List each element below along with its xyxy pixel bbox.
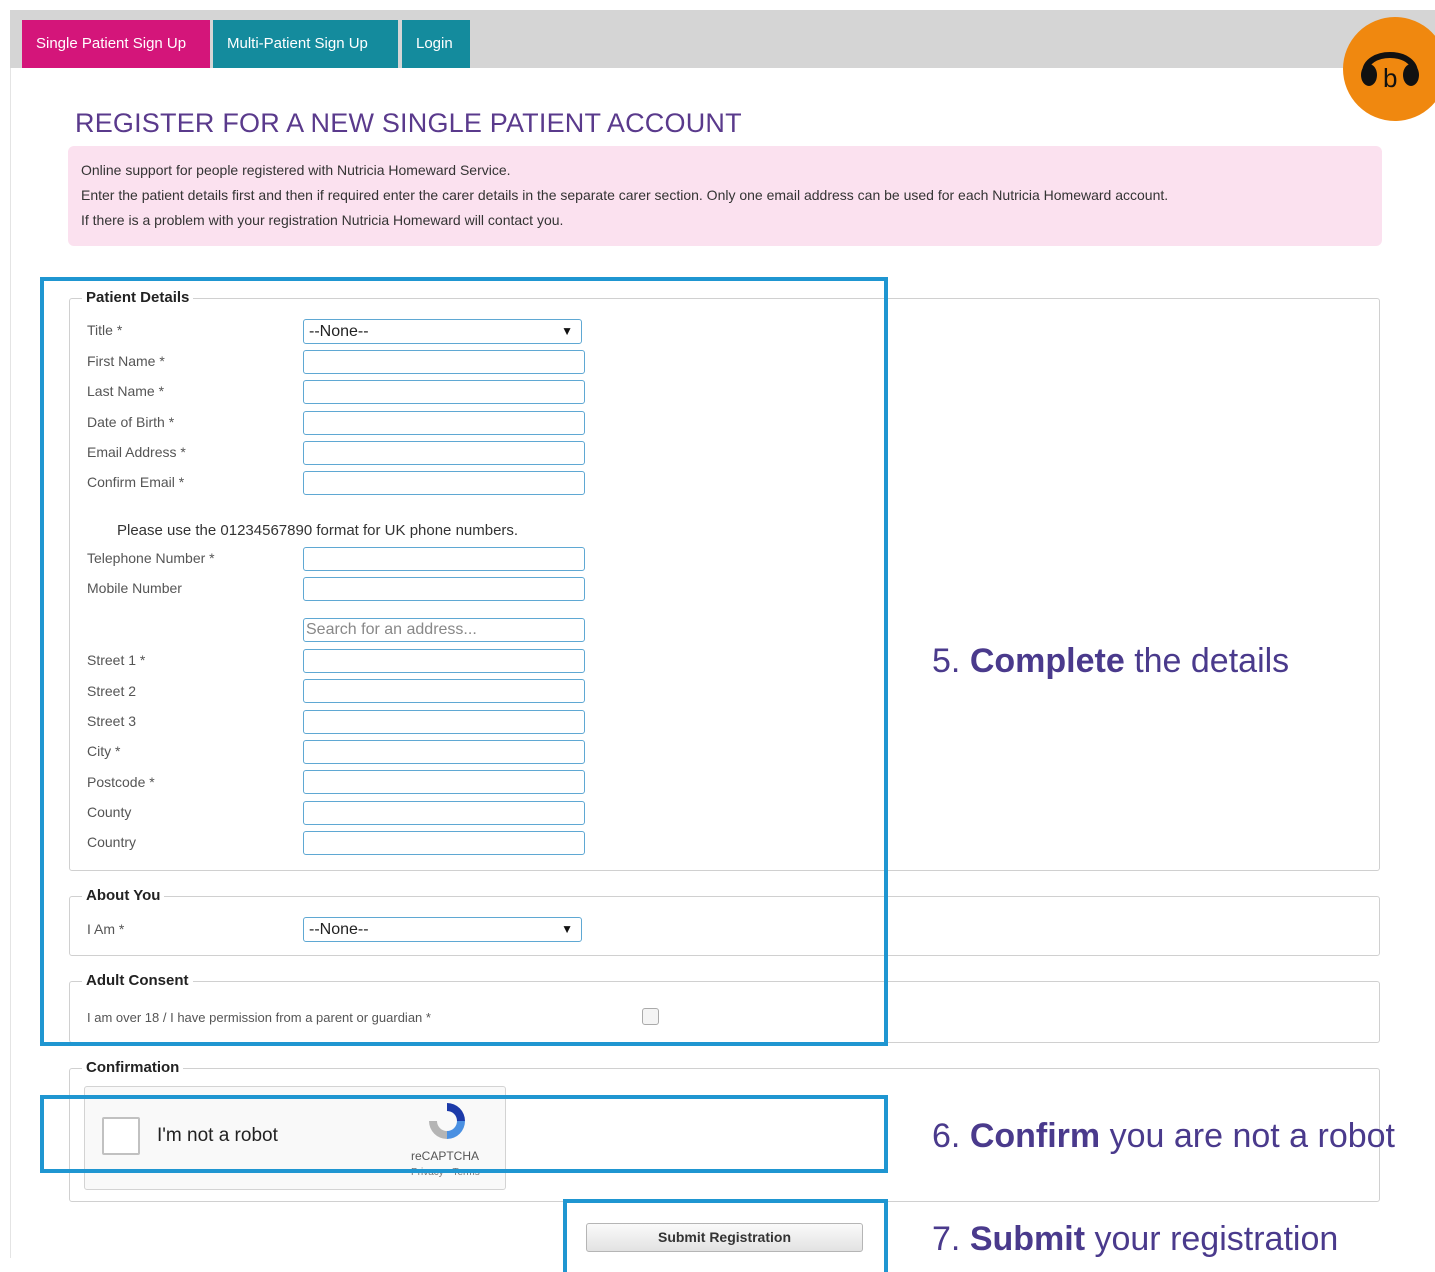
i-am-label: I Am * — [87, 921, 125, 937]
dob-input[interactable] — [303, 411, 585, 435]
street3-label: Street 3 — [87, 713, 137, 729]
page-left-border — [10, 68, 11, 1258]
title-label: Title * — [87, 322, 123, 338]
email-label: Email Address * — [87, 444, 186, 460]
postcode-input[interactable] — [303, 770, 585, 794]
mobile-label: Mobile Number — [87, 580, 182, 596]
country-label: Country — [87, 834, 137, 850]
info-line-1: Online support for people registered wit… — [81, 162, 511, 178]
headphones-b-icon: b — [1361, 52, 1419, 93]
title-select[interactable]: --None-- ▼ — [303, 319, 582, 344]
city-input[interactable] — [303, 740, 585, 764]
last-name-label: Last Name * — [87, 383, 165, 399]
confirm-email-label: Confirm Email * — [87, 474, 185, 490]
county-input[interactable] — [303, 801, 585, 825]
recaptcha-terms[interactable]: Privacy - Terms — [411, 1167, 480, 1178]
submit-registration-button[interactable]: Submit Registration — [586, 1223, 863, 1252]
info-line-3: If there is a problem with your registra… — [81, 212, 564, 228]
street2-input[interactable] — [303, 679, 585, 703]
about-you-legend: About You — [82, 887, 165, 904]
about-you-fieldset — [69, 896, 1380, 956]
street3-input[interactable] — [303, 710, 585, 734]
recaptcha-text: I'm not a robot — [157, 1125, 278, 1146]
confirmation-legend: Confirmation — [82, 1059, 184, 1076]
address-search-input[interactable]: Search for an address... — [303, 618, 585, 642]
telephone-label: Telephone Number * — [87, 550, 215, 566]
tab-multi-patient-sign-up[interactable]: Multi-Patient Sign Up — [213, 20, 398, 68]
i-am-select[interactable]: --None-- ▼ — [303, 917, 582, 942]
title-select-value: --None-- — [309, 323, 369, 340]
recaptcha-icon — [429, 1103, 465, 1139]
street1-input[interactable] — [303, 649, 585, 673]
dropdown-arrow-icon: ▼ — [561, 922, 573, 936]
logo: b — [1343, 17, 1435, 121]
consent-checkbox[interactable] — [642, 1008, 659, 1025]
patient-details-legend: Patient Details — [82, 289, 194, 306]
phone-format-note: Please use the 01234567890 format for UK… — [117, 522, 519, 539]
adult-consent-legend: Adult Consent — [82, 972, 193, 989]
mobile-input[interactable] — [303, 577, 585, 601]
info-line-2: Enter the patient details first and then… — [81, 187, 1169, 203]
i-am-select-value: --None-- — [309, 921, 369, 938]
callout-confirm: 6. Confirm you are not a robot — [932, 1117, 1396, 1155]
tab-login[interactable]: Login — [402, 20, 470, 68]
recaptcha-brand: reCAPTCHA — [411, 1149, 480, 1163]
svg-text:b: b — [1383, 63, 1397, 93]
county-label: County — [87, 804, 132, 820]
tab-single-patient-sign-up[interactable]: Single Patient Sign Up — [22, 20, 210, 68]
postcode-label: Postcode * — [87, 774, 155, 790]
city-label: City * — [87, 743, 121, 759]
dropdown-arrow-icon: ▼ — [561, 324, 573, 338]
street2-label: Street 2 — [87, 683, 137, 699]
dob-label: Date of Birth * — [87, 414, 175, 430]
telephone-input[interactable] — [303, 547, 585, 571]
country-input[interactable] — [303, 831, 585, 855]
recaptcha-widget: I'm not a robot reCAPTCHA Privacy - Term… — [84, 1086, 506, 1190]
first-name-label: First Name * — [87, 353, 165, 369]
first-name-input[interactable] — [303, 350, 585, 374]
confirm-email-input[interactable] — [303, 471, 585, 495]
last-name-input[interactable] — [303, 380, 585, 404]
page-title: REGISTER FOR A NEW SINGLE PATIENT ACCOUN… — [75, 108, 742, 138]
info-panel: Online support for people registered wit… — [68, 146, 1382, 246]
patient-details-fieldset — [69, 298, 1380, 871]
callout-submit: 7. Submit your registration — [932, 1220, 1339, 1258]
recaptcha-checkbox[interactable] — [102, 1117, 140, 1155]
email-input[interactable] — [303, 441, 585, 465]
street1-label: Street 1 * — [87, 652, 146, 668]
consent-label: I am over 18 / I have permission from a … — [87, 1010, 431, 1025]
callout-complete: 5. Complete the details — [932, 642, 1290, 680]
